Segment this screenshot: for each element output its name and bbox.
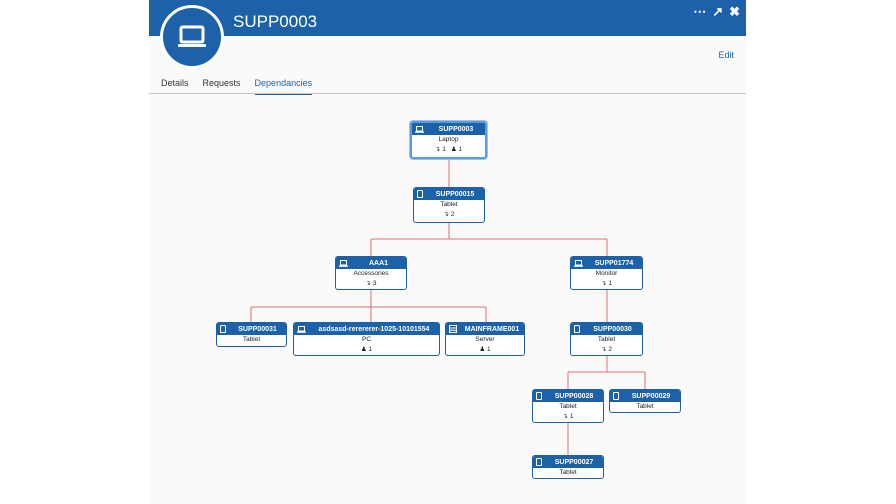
dependency-count-icon: ↴ 2 — [443, 211, 455, 218]
dependency-node-supp00015[interactable]: SUPP00015 Tablet ↴ 2 — [413, 187, 485, 223]
laptop-icon — [339, 259, 348, 267]
dependency-node-supp01774[interactable]: SUPP01774 Monitor ↴ 1 — [570, 256, 643, 290]
user-count-icon: ♟ 1 — [479, 346, 491, 353]
dependency-count-icon: ↴ 2 — [601, 346, 612, 353]
tablet-icon — [613, 392, 619, 400]
dependency-node-supp00030[interactable]: SUPP00030 Tablet ↴ 2 — [570, 322, 643, 356]
laptop-icon — [297, 325, 306, 333]
dependency-node-supp0003[interactable]: SUPP0003 Laptop ↴ 1 ♟ 1 — [410, 121, 487, 159]
dependency-count-icon: ↴ 1 — [601, 280, 612, 287]
dependency-node-supp00028[interactable]: SUPP00028 Tablet ↴ 1 — [532, 389, 604, 423]
server-icon — [449, 325, 457, 333]
dependency-node-supp00027[interactable]: SUPP00027 Tablet — [532, 455, 604, 479]
dependency-count-icon: ↴ 3 — [365, 280, 377, 287]
laptop-icon — [415, 125, 424, 133]
dependency-connectors — [250, 158, 646, 455]
dependency-node-supp00031[interactable]: SUPP00031 Tablet — [216, 322, 287, 347]
monitor-icon — [574, 259, 583, 267]
tablet-icon — [536, 392, 542, 400]
tablet-icon — [220, 325, 226, 333]
dependency-count-icon: ↴ 1 — [434, 146, 446, 153]
user-count-icon: ♟ 1 — [360, 346, 373, 353]
tablet-icon — [536, 458, 542, 466]
dependency-node-aaa1[interactable]: AAA1 Accessories ↴ 3 — [335, 256, 407, 290]
tablet-icon — [417, 190, 423, 198]
dependency-node-mainframe001[interactable]: MAINFRAME001 Server ♟ 1 — [445, 322, 525, 356]
dependency-node-asdsasd[interactable]: asdsasd-rerererer-1025-10101554 PC ♟ 1 — [293, 322, 440, 356]
tablet-icon — [574, 325, 580, 333]
dependencies-panel: SUPP0003 ⋯ ↗ ✖ Edit Details Requests Dep… — [149, 0, 746, 504]
dependency-node-supp00029[interactable]: SUPP00029 Tablet — [609, 389, 681, 413]
dependency-count-icon: ↴ 1 — [562, 413, 574, 420]
user-count-icon: ♟ 1 — [450, 146, 463, 153]
